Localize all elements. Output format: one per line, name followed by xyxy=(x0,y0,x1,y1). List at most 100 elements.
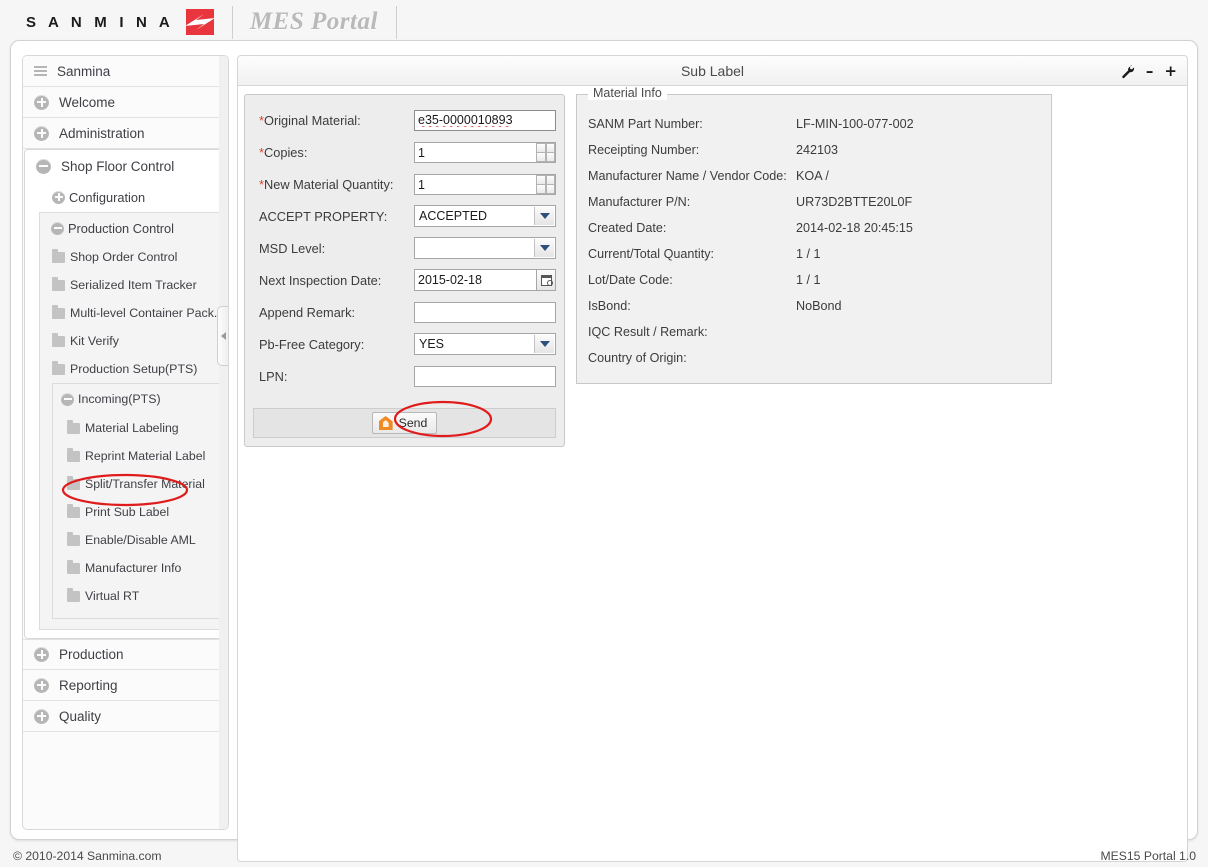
minimize-icon[interactable]: – xyxy=(1146,64,1154,79)
field-label-accept-property: ACCEPT PROPERTY: xyxy=(259,208,388,224)
sidebar-item-enable-disable-aml[interactable]: Enable/Disable AML xyxy=(53,526,224,554)
sidebar-item-welcome[interactable]: Welcome xyxy=(23,87,228,118)
stepper-up-button[interactable] xyxy=(536,142,555,153)
new-material-quantity-stepper[interactable] xyxy=(536,174,555,194)
select-arrow-button[interactable] xyxy=(534,207,554,225)
sidebar-item-quality[interactable]: Quality xyxy=(23,701,228,732)
field-row-pb-free-category: Pb-Free Category: YES xyxy=(245,328,564,360)
row-value: KOA / xyxy=(796,169,829,183)
sidebar-item-label: Sanmina xyxy=(57,63,111,79)
msd-level-select[interactable] xyxy=(414,237,556,259)
material-info-panel: Material Info SANM Part Number: LF-MIN-1… xyxy=(576,86,1052,384)
caret-down-icon xyxy=(544,184,547,194)
lpn-input[interactable] xyxy=(414,365,556,387)
sidebar-item-shop-order-control[interactable]: Shop Order Control xyxy=(40,243,225,271)
field-row-copies: *Copies: xyxy=(245,136,564,168)
sidebar-item-sanmina[interactable]: Sanmina xyxy=(23,56,228,87)
sidebar-item-configuration[interactable]: Configuration xyxy=(25,182,226,212)
minus-circle-icon xyxy=(61,392,74,406)
chevron-down-icon xyxy=(539,245,550,251)
stepper-up-button[interactable] xyxy=(536,174,555,185)
sidebar-item-shop-floor-control[interactable]: Shop Floor Control xyxy=(25,150,226,182)
sidebar-section-shop-floor-control: Shop Floor Control Configuration Product… xyxy=(24,149,227,639)
date-picker-button[interactable] xyxy=(536,269,556,291)
row-label: Manufacturer P/N: xyxy=(588,195,691,209)
field-label-lpn: LPN: xyxy=(259,368,288,384)
sub-label-form: *Original Material: *Copies: xyxy=(244,94,565,447)
new-material-quantity-input[interactable] xyxy=(414,174,556,195)
field-row-msd-level: MSD Level: xyxy=(245,232,564,264)
calendar-icon xyxy=(540,274,553,286)
minus-circle-icon xyxy=(36,158,51,174)
sidebar-item-incoming-pts[interactable]: Incoming(PTS) xyxy=(53,384,224,414)
sidebar-item-kit-verify[interactable]: Kit Verify xyxy=(40,327,225,355)
field-label-pb-free-category: Pb-Free Category: xyxy=(259,336,365,352)
copies-stepper[interactable] xyxy=(536,142,555,162)
field-label-copies: *Copies: xyxy=(259,144,308,160)
row-label: Current/Total Quantity: xyxy=(588,247,714,261)
sidebar-item-reporting[interactable]: Reporting xyxy=(23,670,228,701)
copies-input[interactable] xyxy=(414,142,556,163)
accept-property-value: ACCEPTED xyxy=(419,209,488,223)
row-value: 242103 xyxy=(796,143,839,157)
sidebar-item-multi-level-container-pack[interactable]: Multi-level Container Pack. xyxy=(40,299,225,327)
sidebar-item-production[interactable]: Production xyxy=(23,639,228,670)
material-info-row: Receipting Number: 242103 xyxy=(577,137,1051,163)
send-button[interactable]: Send xyxy=(371,412,438,434)
row-label: IQC Result / Remark: xyxy=(588,325,708,339)
caret-down-icon xyxy=(544,152,547,162)
footer: © 2010-2014 Sanmina.com MES15 Portal 1.0 xyxy=(0,845,1208,867)
field-control-lpn xyxy=(414,365,556,387)
sidebar-item-label: Kit Verify xyxy=(70,334,119,348)
material-info-legend: Material Info xyxy=(588,86,667,100)
sidebar-scrollbar[interactable] xyxy=(219,56,228,829)
append-remark-input[interactable] xyxy=(414,301,556,323)
sidebar-item-administration[interactable]: Administration xyxy=(23,118,228,149)
sidebar-item-print-sub-label[interactable]: Print Sub Label xyxy=(53,498,224,526)
field-label-append-remark: Append Remark: xyxy=(259,304,356,320)
sidebar-item-production-control[interactable]: Production Control xyxy=(40,213,225,243)
folder-icon xyxy=(67,531,80,546)
select-arrow-button[interactable] xyxy=(534,239,554,257)
sidebar-item-reprint-material-label[interactable]: Reprint Material Label xyxy=(53,442,224,470)
material-info-row: Manufacturer Name / Vendor Code: KOA / xyxy=(577,163,1051,189)
field-row-new-material-quantity: *New Material Quantity: xyxy=(245,168,564,200)
sidebar-item-label: Virtual RT xyxy=(85,589,140,603)
sanmina-wordmark: S A N M I N A xyxy=(26,13,174,31)
field-control-next-inspection-date xyxy=(414,269,556,291)
row-label: SANM Part Number: xyxy=(588,117,703,131)
field-control-append-remark xyxy=(414,301,556,323)
row-value: LF-MIN-100-077-002 xyxy=(796,117,914,131)
select-arrow-button[interactable] xyxy=(534,335,554,353)
row-value: 2014-02-18 20:45:15 xyxy=(796,221,913,235)
sidebar-item-manufacturer-info[interactable]: Manufacturer Info xyxy=(53,554,224,582)
sidebar-item-split-transfer-material[interactable]: Split/Transfer Material xyxy=(53,470,224,498)
field-control-original-material xyxy=(414,109,556,131)
content-body: *Original Material: *Copies: xyxy=(237,86,1188,862)
stepper-down-button[interactable] xyxy=(536,184,555,194)
sidebar-item-serialized-item-tracker[interactable]: Serialized Item Tracker xyxy=(40,271,225,299)
wrench-icon[interactable] xyxy=(1121,64,1135,79)
sidebar-collapse-handle[interactable] xyxy=(217,306,228,366)
original-material-input[interactable] xyxy=(414,109,556,131)
accept-property-select[interactable]: ACCEPTED xyxy=(414,205,556,227)
material-info-row: Current/Total Quantity: 1 / 1 xyxy=(577,241,1051,267)
sidebar-item-material-labeling[interactable]: Material Labeling xyxy=(53,414,224,442)
sidebar-item-label: Production xyxy=(59,647,124,662)
folder-icon xyxy=(52,304,65,319)
copyright-text: © 2010-2014 Sanmina.com xyxy=(13,849,162,863)
next-inspection-date-input[interactable] xyxy=(414,269,536,291)
sidebar-item-production-setup-pts[interactable]: Production Setup(PTS) xyxy=(40,355,225,383)
sidebar-item-virtual-rt[interactable]: Virtual RT xyxy=(53,582,224,610)
sidebar-item-label: Print Sub Label xyxy=(85,505,170,519)
sidebar-item-label: Serialized Item Tracker xyxy=(70,278,197,292)
app-frame: Sanmina Welcome Administration Shop Floo… xyxy=(10,40,1198,862)
pb-free-category-select[interactable]: YES xyxy=(414,333,556,355)
sidebar-item-label: Administration xyxy=(59,125,145,141)
material-info-row: IQC Result / Remark: xyxy=(577,319,1051,345)
stepper-down-button[interactable] xyxy=(536,152,555,162)
maximize-icon[interactable]: + xyxy=(1164,64,1177,79)
field-label-next-inspection-date: Next Inspection Date: xyxy=(259,272,382,288)
sidebar-item-label: Welcome xyxy=(59,94,116,110)
field-row-append-remark: Append Remark: xyxy=(245,296,564,328)
